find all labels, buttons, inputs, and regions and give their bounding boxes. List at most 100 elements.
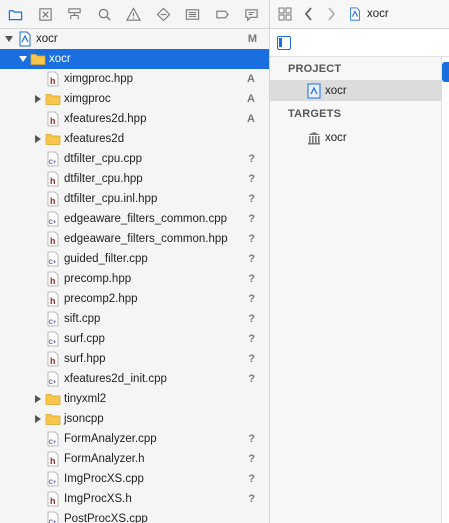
jump-bar-title[interactable]: xocr xyxy=(367,8,389,20)
tree-file-row[interactable]: C+ PostProcXS.cpp xyxy=(0,509,269,523)
project-blueprint-icon xyxy=(306,83,322,99)
header-file-icon: h xyxy=(45,171,61,187)
tree-file-row[interactable]: h dtfilter_cpu.inl.hpp? xyxy=(0,189,269,209)
issue-warning-icon[interactable] xyxy=(123,3,145,25)
tree-item-label: surf.hpp xyxy=(64,353,106,365)
svg-text:C+: C+ xyxy=(49,160,57,166)
cpp-file-icon: C+ xyxy=(45,371,61,387)
tree-file-row[interactable]: C+ edgeaware_filters_common.cpp? xyxy=(0,209,269,229)
scm-status-badge: A xyxy=(247,93,255,105)
tree-item-label: surf.cpp xyxy=(64,333,105,345)
debug-list-icon[interactable] xyxy=(182,3,204,25)
svg-text:h: h xyxy=(50,236,56,246)
svg-text:h: h xyxy=(50,276,56,286)
target-list-item[interactable]: xocr xyxy=(270,127,442,148)
disclosure-triangle-icon[interactable] xyxy=(33,414,43,424)
tree-item-label: precomp2.hpp xyxy=(64,293,138,305)
project-navigator-folder-icon[interactable] xyxy=(5,3,27,25)
disclosure-triangle-icon[interactable] xyxy=(18,54,28,64)
scm-status-badge: ? xyxy=(248,253,255,265)
scm-status-badge: ? xyxy=(248,473,255,485)
search-icon[interactable] xyxy=(93,3,115,25)
breakpoint-tag-icon[interactable] xyxy=(211,3,233,25)
cpp-file-icon: C+ xyxy=(45,151,61,167)
project-section-header: PROJECT xyxy=(288,63,342,75)
source-control-box-icon[interactable] xyxy=(34,3,56,25)
editor-content-edge xyxy=(442,62,449,82)
tree-file-row[interactable]: h ximgproc.hpp A xyxy=(0,69,269,89)
show-hide-panel-icon[interactable] xyxy=(277,36,291,50)
tree-file-row[interactable]: h precomp.hpp? xyxy=(0,269,269,289)
tree-item-label: xfeatures2d.hpp xyxy=(64,113,147,125)
project-file-icon xyxy=(348,6,362,22)
tree-file-row[interactable]: C+ ImgProcXS.cpp? xyxy=(0,469,269,489)
disclosure-triangle-icon[interactable] xyxy=(33,394,43,404)
tree-file-row[interactable]: h precomp2.hpp? xyxy=(0,289,269,309)
folder-icon xyxy=(45,131,61,147)
project-navigator: xocr M xocr h ximgproc.hpp Aximgproc Ah xfeat… xyxy=(0,0,270,523)
tree-folder-row[interactable]: jsoncpp xyxy=(0,409,269,429)
svg-text:h: h xyxy=(50,496,56,506)
svg-text:C+: C+ xyxy=(49,340,57,346)
tree-item-label: edgeaware_filters_common.cpp xyxy=(64,213,228,225)
project-target-list: PROJECT xocr TARGETS xocr xyxy=(270,57,442,523)
tree-file-row[interactable]: h dtfilter_cpu.hpp? xyxy=(0,169,269,189)
tree-folder-row[interactable]: xfeatures2d xyxy=(0,129,269,149)
tree-item-label: ximgproc xyxy=(64,93,111,105)
header-file-icon: h xyxy=(45,291,61,307)
scm-status-badge: ? xyxy=(248,273,255,285)
tree-file-row[interactable]: h FormAnalyzer.h? xyxy=(0,449,269,469)
tree-folder-row[interactable]: xocr xyxy=(0,49,269,69)
tree-item-label: PostProcXS.cpp xyxy=(64,513,148,523)
tree-item-label: xfeatures2d xyxy=(64,133,125,145)
tree-file-row[interactable]: C+ dtfilter_cpu.cpp? xyxy=(0,149,269,169)
svg-text:C+: C+ xyxy=(49,220,57,226)
cpp-file-icon: C+ xyxy=(45,311,61,327)
forward-chevron-icon[interactable] xyxy=(325,7,337,21)
tree-file-row[interactable]: C+ FormAnalyzer.cpp? xyxy=(0,429,269,449)
tree-file-row[interactable]: C+ surf.cpp? xyxy=(0,329,269,349)
svg-text:h: h xyxy=(50,296,56,306)
related-items-grid-icon[interactable] xyxy=(278,7,292,21)
report-bubble-icon[interactable] xyxy=(241,3,263,25)
tree-file-row[interactable]: C+ xfeatures2d_init.cpp? xyxy=(0,369,269,389)
tree-item-label: ximgproc.hpp xyxy=(64,73,134,85)
tree-file-row[interactable]: C+ sift.cpp? xyxy=(0,309,269,329)
scm-status-badge: ? xyxy=(248,493,255,505)
tree-file-row[interactable]: C+ guided_filter.cpp? xyxy=(0,249,269,269)
test-diamond-icon[interactable] xyxy=(152,3,174,25)
navigator-toolbar xyxy=(0,0,269,29)
project-list-item[interactable]: xocr xyxy=(270,80,442,101)
target-item-label: xocr xyxy=(325,131,347,144)
tree-item-label: sift.cpp xyxy=(64,313,101,325)
tree-file-row[interactable]: h xfeatures2d.hpp A xyxy=(0,109,269,129)
tree-item-label: dtfilter_cpu.hpp xyxy=(64,173,143,185)
tree-item-label: FormAnalyzer.cpp xyxy=(64,433,157,445)
header-file-icon: h xyxy=(45,351,61,367)
tree-file-row[interactable]: h edgeaware_filters_common.hpp? xyxy=(0,229,269,249)
tree-folder-row[interactable]: ximgproc A xyxy=(0,89,269,109)
disclosure-triangle-icon[interactable] xyxy=(33,94,43,104)
disclosure-triangle-icon[interactable] xyxy=(33,134,43,144)
tree-folder-row[interactable]: tinyxml2 xyxy=(0,389,269,409)
tree-item-label: dtfilter_cpu.cpp xyxy=(64,153,142,165)
scm-status-badge: ? xyxy=(248,293,255,305)
symbol-hierarchy-icon[interactable] xyxy=(64,3,86,25)
svg-text:C+: C+ xyxy=(49,260,57,266)
scm-status-badge: ? xyxy=(248,313,255,325)
editor-subbar xyxy=(270,29,449,57)
tree-file-row[interactable]: h ImgProcXS.h? xyxy=(0,489,269,509)
disclosure-triangle-icon[interactable] xyxy=(4,34,14,44)
folder-icon xyxy=(45,391,61,407)
targets-section-header: TARGETS xyxy=(288,108,342,120)
tree-file-row[interactable]: h surf.hpp? xyxy=(0,349,269,369)
header-file-icon: h xyxy=(45,111,61,127)
header-file-icon: h xyxy=(45,71,61,87)
cpp-file-icon: C+ xyxy=(45,431,61,447)
folder-icon xyxy=(30,51,46,67)
scm-status-badge: ? xyxy=(248,453,255,465)
back-chevron-icon[interactable] xyxy=(303,7,315,21)
tree-item-label: tinyxml2 xyxy=(64,393,107,405)
tree-root-row[interactable]: xocr M xyxy=(0,29,269,49)
tree-item-label: FormAnalyzer.h xyxy=(64,453,145,465)
